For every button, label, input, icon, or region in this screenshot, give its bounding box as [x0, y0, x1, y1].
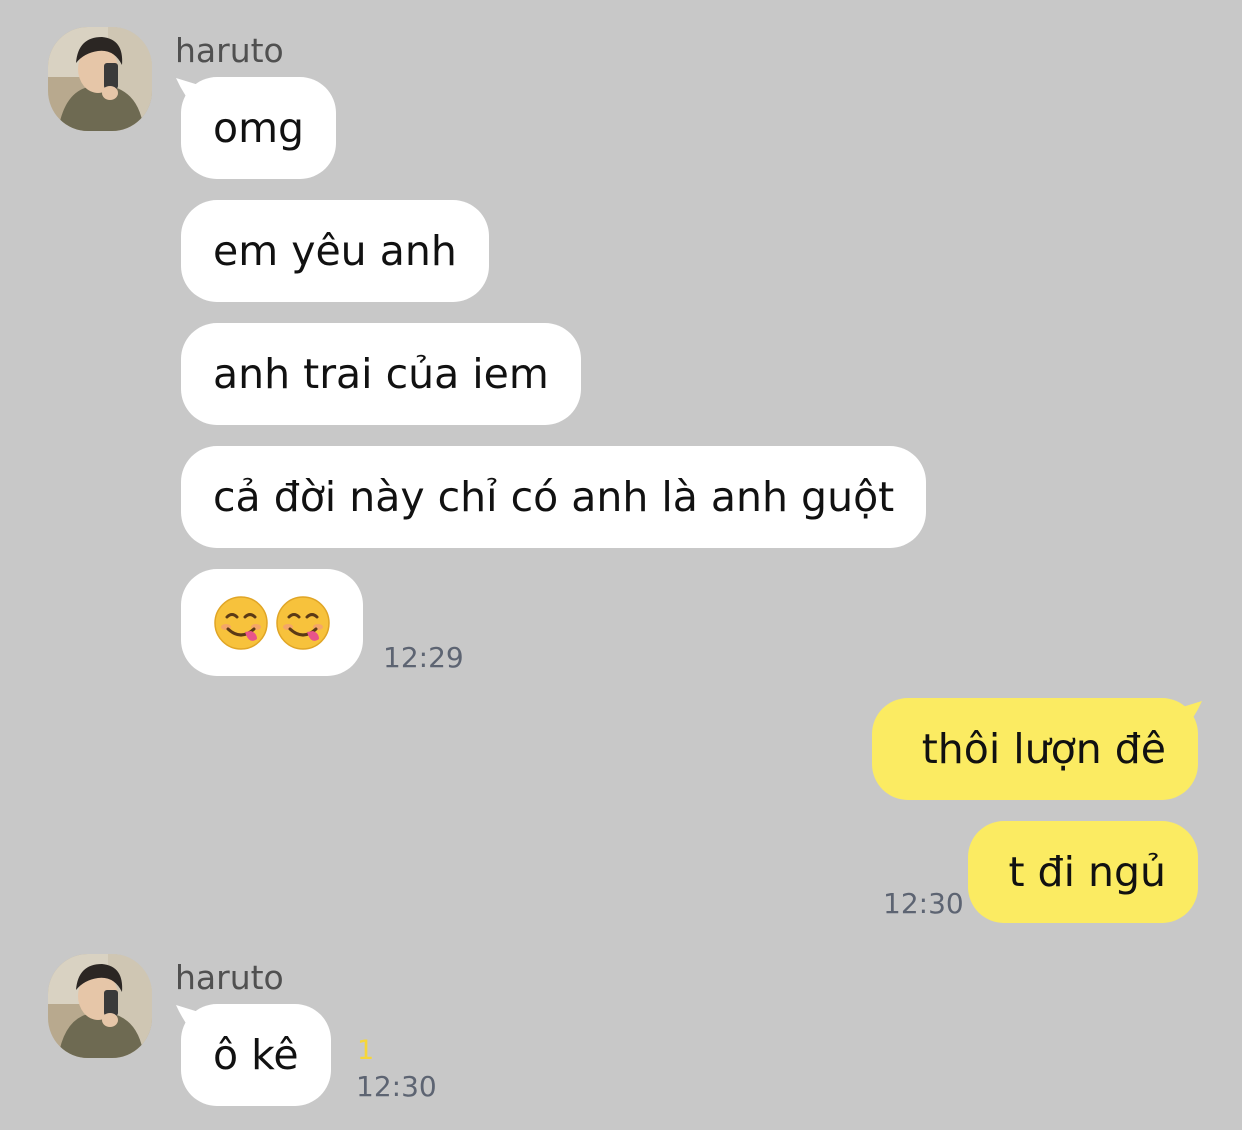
message-bubble[interactable]: anh trai của iem [181, 323, 581, 425]
emoji-row [213, 595, 331, 651]
message-text: cả đời này chỉ có anh là anh guột [213, 473, 895, 521]
chat-area: haruto omg em yêu anh anh trai của iem c… [0, 0, 1242, 1130]
message-text: em yêu anh [213, 227, 457, 275]
message-text: omg [213, 104, 305, 152]
message-text: ô kê [213, 1031, 299, 1079]
savoring-food-face-emoji [276, 595, 330, 650]
message-bubble[interactable]: t đi ngủ [968, 821, 1198, 923]
savoring-food-face-emoji [214, 595, 268, 650]
message-timestamp: 12:29 [383, 641, 464, 674]
message-timestamp: 12:30 [883, 887, 964, 920]
unread-count: 1 [357, 1035, 375, 1066]
message-text: thôi lượn đê [921, 725, 1166, 773]
message-text: anh trai của iem [213, 350, 549, 398]
message-bubble[interactable]: cả đời này chỉ có anh là anh guột [181, 446, 927, 548]
avatar-photo-icon [48, 27, 152, 131]
sender-name: haruto [175, 31, 284, 70]
message-text: t đi ngủ [1008, 848, 1166, 896]
message-timestamp: 12:30 [356, 1070, 437, 1103]
avatar[interactable] [48, 27, 152, 131]
message-bubble[interactable]: ô kê [181, 1004, 331, 1106]
message-bubble[interactable]: omg [181, 77, 337, 179]
emoji-message-bubble[interactable] [181, 569, 363, 676]
message-bubble[interactable]: thôi lượn đê [872, 698, 1198, 800]
avatar[interactable] [48, 954, 152, 1058]
sender-name: haruto [175, 958, 284, 997]
avatar-photo-icon [48, 954, 152, 1058]
message-bubble[interactable]: em yêu anh [181, 200, 489, 302]
